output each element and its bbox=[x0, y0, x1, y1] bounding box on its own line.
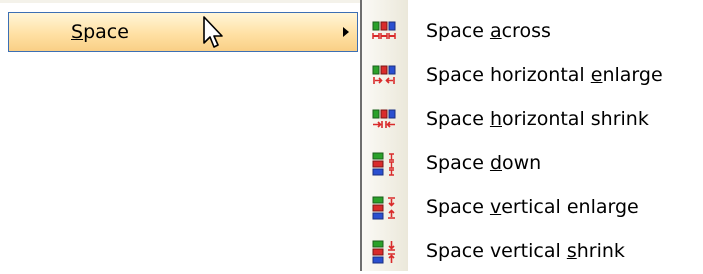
menu-item-space-down[interactable]: Space down bbox=[362, 142, 703, 186]
menu-item-label: Space horizontal shrink bbox=[426, 108, 649, 130]
vertical-shrink-icon bbox=[372, 240, 395, 264]
menu-item-label: Space down bbox=[426, 152, 542, 174]
menu-item-space-horizontal-enlarge[interactable]: Space horizontal enlarge bbox=[362, 54, 703, 98]
menu-item-space-horizontal-shrink[interactable]: Space horizontal shrink bbox=[362, 98, 703, 142]
menu-item-label: Space vertical enlarge bbox=[426, 196, 639, 218]
space-across-icon bbox=[372, 21, 396, 39]
submenu-arrow-icon bbox=[343, 27, 349, 37]
menu-item-label: Space horizontal enlarge bbox=[426, 64, 663, 86]
menu-item-space-vertical-enlarge[interactable]: Space vertical enlarge bbox=[362, 186, 703, 230]
horizontal-enlarge-icon bbox=[372, 65, 396, 84]
horizontal-shrink-icon bbox=[372, 109, 396, 128]
menu-item-label: Space across bbox=[426, 20, 551, 42]
vertical-enlarge-icon bbox=[372, 196, 395, 220]
mouse-cursor-icon bbox=[203, 16, 223, 48]
menu-top-edge bbox=[0, 0, 360, 3]
menu-item-space[interactable]: Space bbox=[8, 12, 358, 52]
menu-item-space-label: Space bbox=[71, 21, 129, 43]
space-submenu: Space across Space horizontal enlarge Sp… bbox=[360, 0, 703, 271]
menu-item-label: Space vertical shrink bbox=[426, 240, 625, 262]
menu-item-space-across[interactable]: Space across bbox=[362, 10, 703, 54]
space-down-icon bbox=[372, 152, 394, 176]
menu-item-space-vertical-shrink[interactable]: Space vertical shrink bbox=[362, 230, 703, 274]
